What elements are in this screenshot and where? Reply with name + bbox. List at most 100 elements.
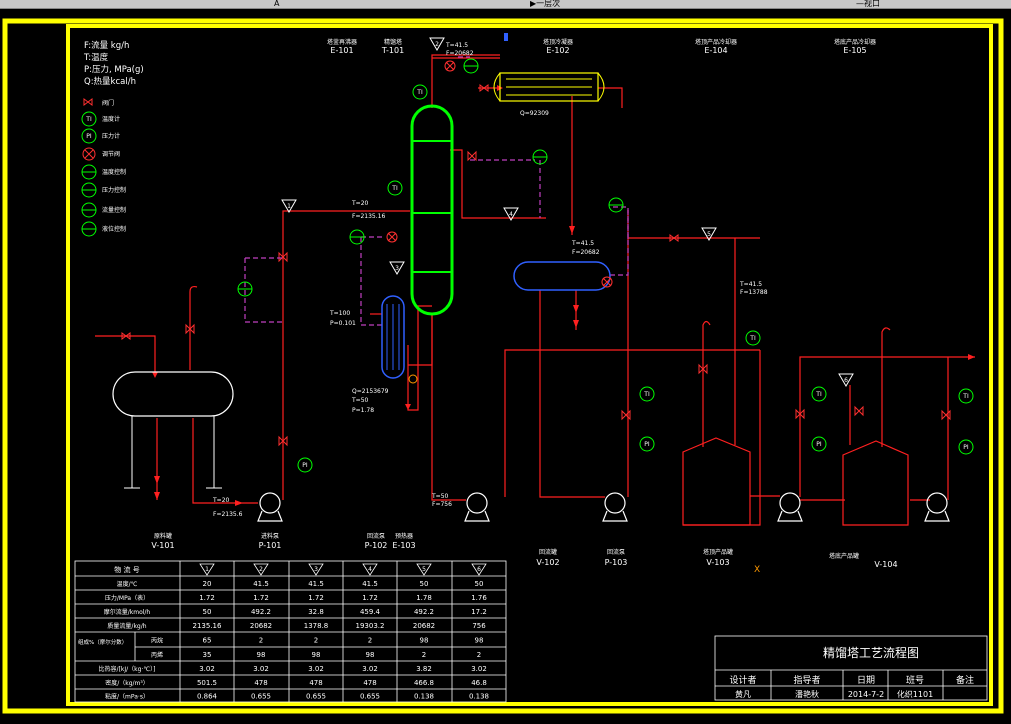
svg-text:E-101: E-101 — [330, 46, 353, 55]
svg-text:V-103: V-103 — [706, 558, 729, 567]
svg-text:T=50: T=50 — [351, 397, 369, 404]
svg-text:TI: TI — [391, 185, 398, 192]
svg-text:V-104: V-104 — [874, 560, 897, 569]
svg-text:TI: TI — [85, 116, 92, 123]
table-cell: 1.72 — [199, 594, 215, 602]
svg-text:TI: TI — [416, 89, 423, 96]
svg-text:T=50: T=50 — [431, 493, 449, 500]
steam-trap — [408, 374, 418, 384]
svg-text:精馏塔: 精馏塔 — [384, 38, 402, 46]
table-row-sublabel: 丙烷 — [151, 637, 163, 645]
reboiler[interactable] — [381, 295, 405, 379]
table-cell: 20 — [203, 580, 212, 588]
svg-text:P-102: P-102 — [365, 541, 388, 550]
svg-text:潘艳秋: 潘艳秋 — [795, 689, 819, 699]
svg-text:T-101: T-101 — [381, 46, 404, 55]
table-row-sublabel: 丙烯 — [151, 651, 163, 659]
svg-text:3: 3 — [395, 265, 399, 272]
drawing-canvas[interactable]: TI TI PI TI PI TI TI PI TI PI 1 2 3 4 5 6 F:流量 … — [0, 9, 1011, 724]
process-annotations: T=41.5 F=20682 Q=92309 T=20 F=2135.16 T=… — [212, 42, 768, 518]
table-cell: 501.5 — [197, 679, 217, 687]
distillate-tank[interactable] — [682, 437, 751, 526]
svg-text:6: 6 — [477, 566, 481, 573]
table-cell: 3.02 — [362, 665, 378, 673]
table-cell: 1.72 — [362, 594, 378, 602]
toolbar-layer-dropdown[interactable]: ▶一层次 — [530, 0, 560, 8]
toolbar-viewport[interactable]: —视口 — [856, 0, 880, 8]
svg-text:PI: PI — [963, 444, 969, 451]
table-cell: 0.655 — [306, 693, 326, 701]
svg-text:压力计: 压力计 — [102, 132, 120, 140]
svg-text:E-104: E-104 — [704, 46, 727, 55]
table-cell: 0.655 — [360, 693, 380, 701]
table-cell: 1.72 — [253, 594, 269, 602]
pump-p103 — [602, 492, 628, 522]
svg-text:回流罐: 回流罐 — [539, 548, 557, 556]
table-cell: 2 — [477, 651, 481, 659]
svg-text:Q=92309: Q=92309 — [520, 110, 549, 117]
svg-text:V-101: V-101 — [151, 541, 174, 550]
table-cell: 98 — [475, 637, 484, 645]
table-cell: 98 — [420, 637, 429, 645]
table-row-label: 压力/MPa（表） — [105, 594, 149, 602]
table-cell: 2 — [368, 637, 372, 645]
svg-text:T=41.5: T=41.5 — [571, 240, 594, 247]
stream-markers — [281, 37, 854, 387]
svg-text:4: 4 — [509, 211, 513, 218]
svg-text:TI: TI — [815, 391, 822, 398]
equipment-names-top: 塔釜再沸器 精馏塔 塔顶冷凝器 塔顶产品冷却器 塔底产品冷却器 — [327, 38, 876, 46]
feed-vessel[interactable] — [112, 371, 234, 489]
drawing-title: 精馏塔工艺流程图 — [823, 645, 919, 660]
pump-v103 — [777, 492, 803, 522]
svg-text:2: 2 — [259, 566, 263, 573]
legend-labels: 阀门 温度计 压力计 调节阀 温度控制 压力控制 流量控制 液位控制 — [102, 99, 126, 233]
svg-text:流量控制: 流量控制 — [102, 206, 126, 214]
table-row-label: 质量流量/kg/h — [107, 622, 146, 630]
reflux-drum[interactable] — [513, 261, 611, 291]
svg-text:调节阀: 调节阀 — [102, 150, 120, 158]
table-cell: 46.8 — [471, 679, 487, 687]
svg-text:PI: PI — [302, 462, 308, 469]
bottoms-tank[interactable] — [842, 440, 909, 526]
svg-text:6: 6 — [844, 377, 848, 384]
toolbar-text-a[interactable]: A — [274, 0, 279, 8]
table-cell: 478 — [309, 679, 322, 687]
svg-text:进料泵: 进料泵 — [261, 532, 279, 540]
svg-text:温度控制: 温度控制 — [102, 168, 126, 176]
x-mark: X — [754, 565, 760, 575]
drawing-frame-inner — [66, 24, 993, 706]
condenser[interactable] — [493, 72, 605, 102]
svg-text:回流泵: 回流泵 — [607, 548, 625, 556]
svg-text:T=41.5: T=41.5 — [445, 42, 468, 49]
title-block: 精馏塔工艺流程图 设计者 指导者 日期 班号 备注 黄凡 潘艳秋 2014-7-… — [714, 635, 988, 701]
svg-text:TI: TI — [962, 393, 969, 400]
table-row-label: 比热容/[kJ/（kg·℃）] — [99, 665, 156, 673]
svg-text:V-102: V-102 — [536, 558, 559, 567]
svg-text:黄凡: 黄凡 — [735, 689, 751, 699]
svg-text:Q=2153679: Q=2153679 — [352, 388, 389, 395]
equipment-tags-top: E-101 T-101 E-102 E-104 E-105 — [330, 46, 866, 55]
table-cell: 0.864 — [197, 693, 218, 701]
table-cell: 3.02 — [308, 665, 324, 673]
table-cell: 3.02 — [471, 665, 487, 673]
table-cell: 2135.16 — [193, 622, 222, 630]
table-cell: 98 — [366, 651, 375, 659]
svg-text:P:压力, MPa(g): P:压力, MPa(g) — [84, 64, 144, 75]
distillation-column[interactable] — [410, 104, 454, 316]
table-cell: 65 — [203, 637, 212, 645]
table-cell: 50 — [475, 580, 484, 588]
svg-text:回流泵: 回流泵 — [367, 532, 385, 540]
table-cell: 98 — [257, 651, 266, 659]
table-row-label: 摩尔流量/kmol/h — [104, 608, 151, 616]
svg-text:F:流量 kg/h: F:流量 kg/h — [84, 40, 129, 51]
svg-text:P=0.101: P=0.101 — [330, 320, 356, 327]
svg-text:E-103: E-103 — [392, 541, 415, 550]
table-cell: 1.76 — [471, 594, 487, 602]
table-cell: 478 — [363, 679, 376, 687]
svg-text:F=20682: F=20682 — [572, 249, 600, 256]
svg-text:P=1.78: P=1.78 — [352, 407, 374, 414]
svg-text:原料罐: 原料罐 — [154, 532, 172, 540]
svg-text:塔底产品罐: 塔底产品罐 — [829, 552, 859, 560]
svg-text:设计者: 设计者 — [729, 674, 756, 686]
svg-text:5: 5 — [422, 566, 426, 573]
